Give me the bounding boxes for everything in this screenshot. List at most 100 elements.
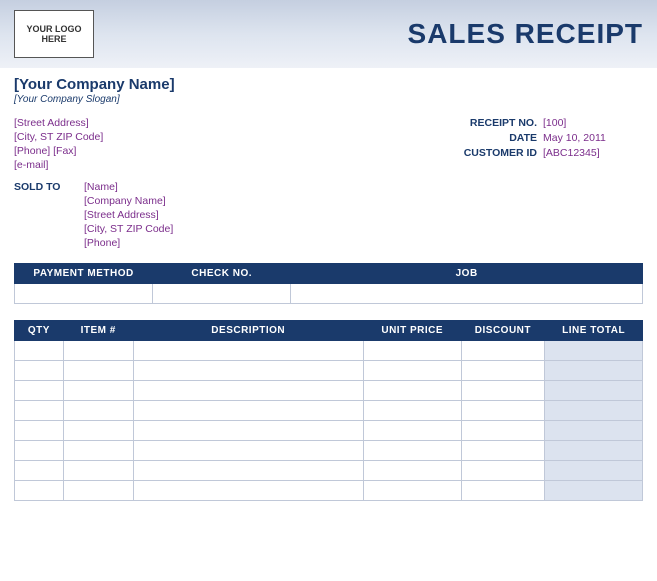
row-0-cell-1 <box>63 341 133 361</box>
city-address: [City, ST ZIP Code] <box>14 131 103 143</box>
payment-method-cell <box>15 284 153 304</box>
table-row <box>15 341 643 361</box>
row-1-cell-3 <box>363 361 461 381</box>
table-row <box>15 401 643 421</box>
row-3-cell-5 <box>545 401 643 421</box>
company-name: [Your Company Name] <box>14 76 643 93</box>
info-row: [Street Address] [City, ST ZIP Code] [Ph… <box>0 115 657 173</box>
row-4-cell-1 <box>63 421 133 441</box>
row-0-cell-5 <box>545 341 643 361</box>
row-5-cell-1 <box>63 441 133 461</box>
row-3-cell-4 <box>461 401 545 421</box>
row-4-cell-4 <box>461 421 545 441</box>
row-3-cell-3 <box>363 401 461 421</box>
receipt-no-value: [100] <box>543 117 623 129</box>
payment-table-wrapper: PAYMENT METHOD CHECK NO. JOB <box>0 253 657 304</box>
col-description: DESCRIPTION <box>133 321 363 341</box>
company-section: [Your Company Name] [Your Company Slogan… <box>0 68 657 115</box>
row-2-cell-0 <box>15 381 64 401</box>
row-2-cell-3 <box>363 381 461 401</box>
date-row: DATE May 10, 2011 <box>447 132 623 144</box>
row-5-cell-2 <box>133 441 363 461</box>
col-line-total: LINE TOTAL <box>545 321 643 341</box>
table-row <box>15 381 643 401</box>
row-3-cell-1 <box>63 401 133 421</box>
row-0-cell-4 <box>461 341 545 361</box>
phone-fax: [Phone] [Fax] <box>14 145 103 157</box>
row-4-cell-3 <box>363 421 461 441</box>
payment-table: PAYMENT METHOD CHECK NO. JOB <box>14 263 643 304</box>
customer-id-row: CUSTOMER ID [ABC12345] <box>447 147 623 159</box>
receipt-no-label: RECEIPT NO. <box>447 117 537 129</box>
row-6-cell-2 <box>133 461 363 481</box>
logo-box: YOUR LOGO HERE <box>14 10 94 58</box>
customer-id-value: [ABC12345] <box>543 147 623 159</box>
row-5-cell-3 <box>363 441 461 461</box>
row-7-cell-5 <box>545 481 643 501</box>
job-cell <box>291 284 643 304</box>
logo-text: YOUR LOGO HERE <box>19 24 89 44</box>
sold-street: [Street Address] <box>84 209 173 221</box>
row-4-cell-0 <box>15 421 64 441</box>
col-unit-price: UNIT PRICE <box>363 321 461 341</box>
row-1-cell-0 <box>15 361 64 381</box>
row-1-cell-4 <box>461 361 545 381</box>
row-0-cell-3 <box>363 341 461 361</box>
row-3-cell-2 <box>133 401 363 421</box>
row-4-cell-5 <box>545 421 643 441</box>
row-1-cell-1 <box>63 361 133 381</box>
row-6-cell-4 <box>461 461 545 481</box>
row-2-cell-2 <box>133 381 363 401</box>
row-7-cell-3 <box>363 481 461 501</box>
sold-to-section: SOLD TO [Name] [Company Name] [Street Ad… <box>0 173 657 253</box>
items-table: QTY ITEM # DESCRIPTION UNIT PRICE DISCOU… <box>14 320 643 501</box>
customer-id-label: CUSTOMER ID <box>447 147 537 159</box>
sold-name: [Name] <box>84 181 173 193</box>
col-payment-method: PAYMENT METHOD <box>15 264 153 284</box>
col-item: ITEM # <box>63 321 133 341</box>
row-2-cell-4 <box>461 381 545 401</box>
col-qty: QTY <box>15 321 64 341</box>
receipt-info-section: RECEIPT NO. [100] DATE May 10, 2011 CUST… <box>447 117 623 171</box>
sold-phone: [Phone] <box>84 237 173 249</box>
sold-to-label: SOLD TO <box>14 181 64 249</box>
row-6-cell-0 <box>15 461 64 481</box>
row-3-cell-0 <box>15 401 64 421</box>
row-0-cell-0 <box>15 341 64 361</box>
row-7-cell-0 <box>15 481 64 501</box>
row-7-cell-2 <box>133 481 363 501</box>
row-4-cell-2 <box>133 421 363 441</box>
receipt-no-row: RECEIPT NO. [100] <box>447 117 623 129</box>
header: YOUR LOGO HERE SALES RECEIPT <box>0 0 657 68</box>
row-2-cell-1 <box>63 381 133 401</box>
col-discount: DISCOUNT <box>461 321 545 341</box>
sold-city: [City, ST ZIP Code] <box>84 223 173 235</box>
table-row <box>15 441 643 461</box>
row-6-cell-3 <box>363 461 461 481</box>
street-address: [Street Address] <box>14 117 103 129</box>
row-7-cell-1 <box>63 481 133 501</box>
row-1-cell-5 <box>545 361 643 381</box>
row-6-cell-1 <box>63 461 133 481</box>
table-row <box>15 461 643 481</box>
row-5-cell-4 <box>461 441 545 461</box>
sold-to-details: [Name] [Company Name] [Street Address] [… <box>84 181 173 249</box>
email-address: [e-mail] <box>14 159 103 171</box>
check-no-cell <box>153 284 291 304</box>
row-2-cell-5 <box>545 381 643 401</box>
receipt-title: SALES RECEIPT <box>408 18 643 50</box>
items-table-wrapper: QTY ITEM # DESCRIPTION UNIT PRICE DISCOU… <box>0 310 657 501</box>
col-check-no: CHECK NO. <box>153 264 291 284</box>
date-value: May 10, 2011 <box>543 132 623 144</box>
col-job: JOB <box>291 264 643 284</box>
row-0-cell-2 <box>133 341 363 361</box>
row-1-cell-2 <box>133 361 363 381</box>
table-row <box>15 361 643 381</box>
row-7-cell-4 <box>461 481 545 501</box>
payment-row <box>15 284 643 304</box>
row-6-cell-5 <box>545 461 643 481</box>
sold-company: [Company Name] <box>84 195 173 207</box>
row-5-cell-5 <box>545 441 643 461</box>
table-row <box>15 481 643 501</box>
date-label: DATE <box>447 132 537 144</box>
